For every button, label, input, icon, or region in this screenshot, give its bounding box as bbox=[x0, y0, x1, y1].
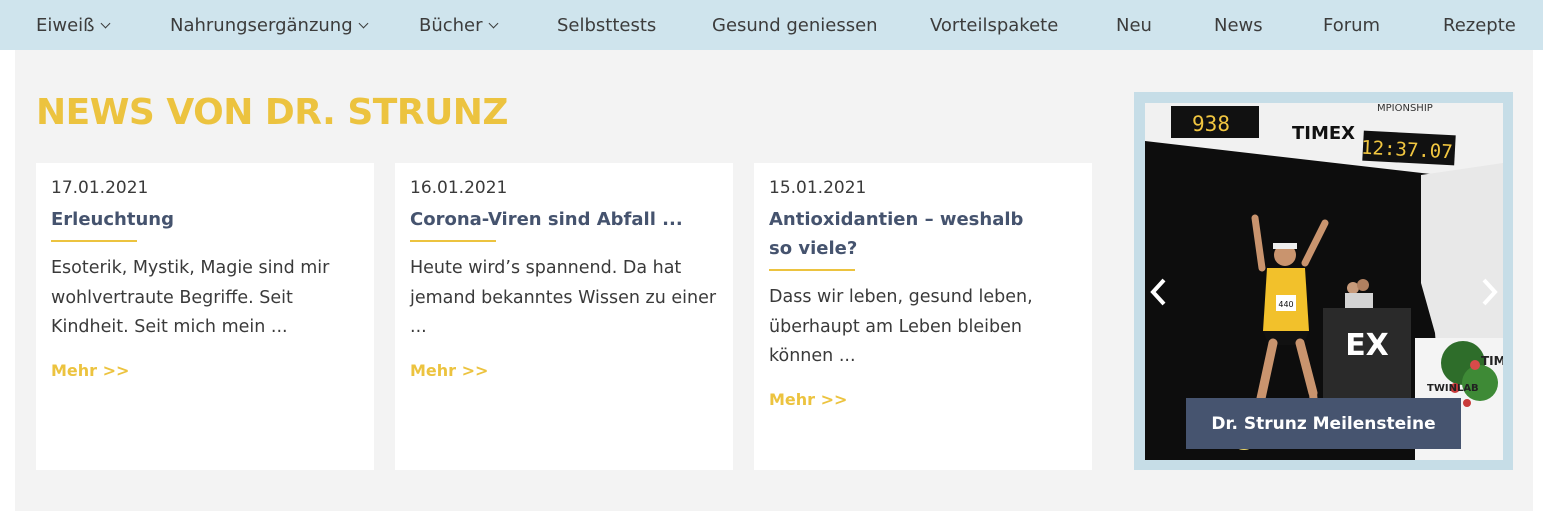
news-more-link[interactable]: Mehr >> bbox=[769, 390, 847, 409]
banner-text: MPIONSHIP bbox=[1377, 103, 1433, 114]
news-excerpt: Esoterik, Mystik, Magie sind mir wohlver… bbox=[51, 258, 330, 337]
timex-text: TIMEX bbox=[1292, 123, 1355, 144]
news-card: 17.01.2021 Erleuchtung Esoterik, Mystik,… bbox=[36, 163, 374, 470]
bib-text: 440 bbox=[1278, 300, 1293, 309]
nav-item-eiweiss[interactable]: Eiweiß bbox=[36, 0, 110, 50]
chevron-right-icon[interactable] bbox=[1478, 277, 1500, 307]
slider-caption-button[interactable]: Dr. Strunz Meilensteine bbox=[1186, 398, 1461, 449]
nav-item-news[interactable]: News bbox=[1214, 0, 1263, 50]
side-brand-text: TIM bbox=[1481, 354, 1503, 368]
clock-left-text: 938 bbox=[1192, 112, 1230, 136]
news-date: 17.01.2021 bbox=[51, 178, 149, 198]
chevron-down-icon bbox=[488, 18, 498, 29]
news-date: 15.01.2021 bbox=[769, 178, 867, 198]
title-underline bbox=[410, 240, 496, 242]
chevron-left-icon[interactable] bbox=[1148, 277, 1170, 307]
nav-item-neu[interactable]: Neu bbox=[1116, 0, 1152, 50]
news-excerpt: Heute wird’s spannend. Da hat jemand bek… bbox=[410, 258, 717, 337]
nav-item-nahrungsergaenzung[interactable]: Nahrungsergänzung bbox=[170, 0, 369, 50]
news-excerpt: Dass wir leben, gesund leben, überhaupt … bbox=[769, 287, 1033, 366]
title-underline bbox=[769, 269, 855, 271]
nav-item-vorteilspakete[interactable]: Vorteilspakete bbox=[930, 0, 1058, 50]
news-title-link[interactable]: Erleuchtung bbox=[51, 205, 351, 234]
news-title-link[interactable]: Corona-Viren sind Abfall ... bbox=[410, 205, 710, 234]
sponsor-text: TWINLAB bbox=[1427, 383, 1479, 394]
news-card: 16.01.2021 Corona-Viren sind Abfall ... … bbox=[395, 163, 733, 470]
nav-item-gesund-geniessen[interactable]: Gesund geniessen bbox=[712, 0, 878, 50]
sign-text: EX bbox=[1345, 328, 1389, 363]
news-card: 15.01.2021 Antioxidantien – weshalb so v… bbox=[754, 163, 1092, 470]
news-title-link[interactable]: Antioxidantien – weshalb so viele? bbox=[769, 205, 1039, 263]
news-more-link[interactable]: Mehr >> bbox=[51, 361, 129, 380]
news-date: 16.01.2021 bbox=[410, 178, 508, 198]
chevron-down-icon bbox=[100, 18, 110, 29]
title-underline bbox=[51, 240, 137, 242]
nav-item-forum[interactable]: Forum bbox=[1323, 0, 1380, 50]
section-title: NEWS VON DR. STRUNZ bbox=[36, 92, 509, 133]
news-more-link[interactable]: Mehr >> bbox=[410, 361, 488, 380]
nav-item-rezepte[interactable]: Rezepte bbox=[1443, 0, 1516, 50]
chevron-down-icon bbox=[358, 18, 369, 29]
nav-item-buecher[interactable]: Bücher bbox=[419, 0, 498, 50]
main-navigation: Eiweiß Nahrungsergänzung Bücher Selbstte… bbox=[0, 0, 1543, 50]
nav-item-selbsttests[interactable]: Selbsttests bbox=[557, 0, 656, 50]
